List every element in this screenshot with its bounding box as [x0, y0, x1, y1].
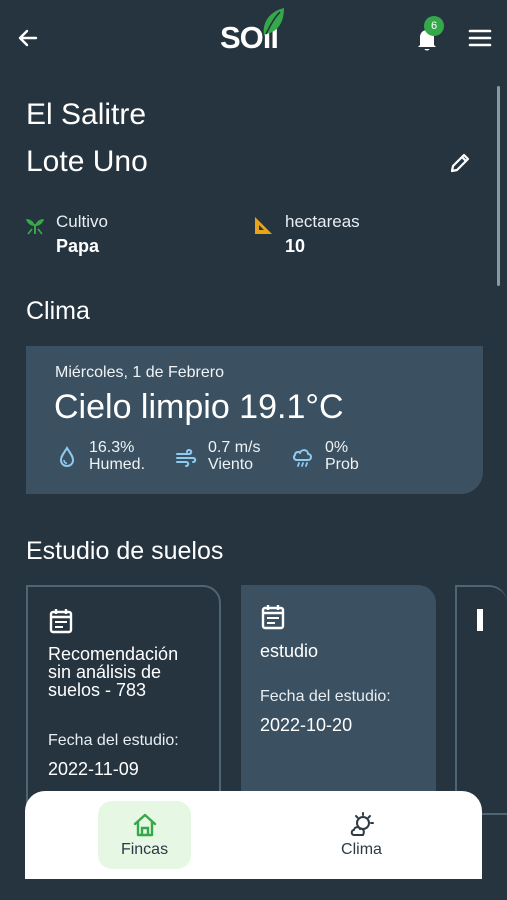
partly-cloudy-icon	[350, 812, 374, 836]
rain-value: 0%	[325, 439, 349, 456]
hamburger-menu-icon	[468, 29, 492, 47]
study-card[interactable]: estudio Fecha del estudio: 2022-10-20	[241, 585, 436, 815]
study-date-label: Fecha del estudio:	[48, 732, 179, 749]
study-date: 2022-11-09	[48, 759, 139, 779]
crop-value: Papa	[56, 236, 100, 256]
nav-label-clima: Clima	[341, 841, 382, 858]
wind-value: 0.7 m/s	[208, 439, 261, 456]
water-drop-icon	[59, 446, 75, 468]
bottom-navigation: Fincas Clima	[25, 791, 482, 879]
study-title: estudio	[260, 642, 430, 660]
study-title: Recomendación sin análisis de suelos - 7…	[48, 645, 218, 699]
soil-logo: SOil	[218, 6, 293, 56]
wind-label: Viento	[208, 456, 254, 473]
study-title-line: estudio	[260, 641, 319, 661]
home-icon	[133, 813, 157, 837]
rain-cloud-icon	[292, 449, 312, 467]
nav-label-fincas: Fincas	[120, 841, 169, 858]
scrollbar[interactable]	[497, 86, 500, 286]
lot-name: Lote Uno	[26, 145, 148, 178]
study-date: 2022-10-20	[260, 715, 353, 735]
humidity-value: 16.3%	[89, 439, 135, 456]
calendar-icon	[477, 609, 483, 631]
soil-section-title: Estudio de suelos	[26, 537, 224, 565]
study-title-line: suelos - 783	[48, 680, 147, 700]
weather-card[interactable]: Miércoles, 1 de Febrero Cielo limpio 19.…	[26, 346, 483, 494]
arrow-left-icon	[18, 29, 38, 47]
crop-stat: Cultivo Papa	[24, 212, 224, 262]
study-card-partial[interactable]	[455, 585, 507, 815]
nav-item-fincas[interactable]: Fincas	[98, 801, 191, 869]
study-date-label: Fecha del estudio:	[260, 688, 391, 705]
calendar-icon	[49, 609, 73, 634]
top-app-bar: SOil 6	[0, 0, 507, 80]
nav-item-clima[interactable]: Clima	[315, 801, 408, 869]
back-button[interactable]	[14, 24, 42, 52]
pencil-icon	[450, 153, 470, 173]
edit-button[interactable]	[446, 149, 474, 177]
wind-icon	[176, 448, 197, 467]
sprout-icon	[26, 219, 44, 235]
menu-button[interactable]	[466, 24, 494, 52]
climate-section-title: Clima	[26, 297, 90, 325]
study-card[interactable]: Recomendación sin análisis de suelos - 7…	[26, 585, 221, 815]
weather-summary: Cielo limpio 19.1°C	[54, 388, 344, 426]
farm-name: El Salitre	[26, 98, 147, 131]
area-value: 10	[285, 236, 306, 256]
area-label: hectareas	[285, 212, 360, 231]
humidity-label: Humed.	[89, 456, 146, 473]
crop-label: Cultivo	[56, 212, 108, 231]
area-stat: hectareas 10	[253, 212, 453, 262]
notification-badge: 6	[424, 16, 444, 36]
rain-label: Prob	[325, 456, 359, 473]
leaf-icon	[263, 8, 284, 36]
calendar-icon	[261, 605, 285, 630]
ruler-triangle-icon	[255, 217, 272, 234]
study-title-line: sin análisis de	[48, 662, 162, 682]
weather-date: Miércoles, 1 de Febrero	[55, 364, 224, 381]
study-title-line: Recomendación	[48, 644, 179, 664]
